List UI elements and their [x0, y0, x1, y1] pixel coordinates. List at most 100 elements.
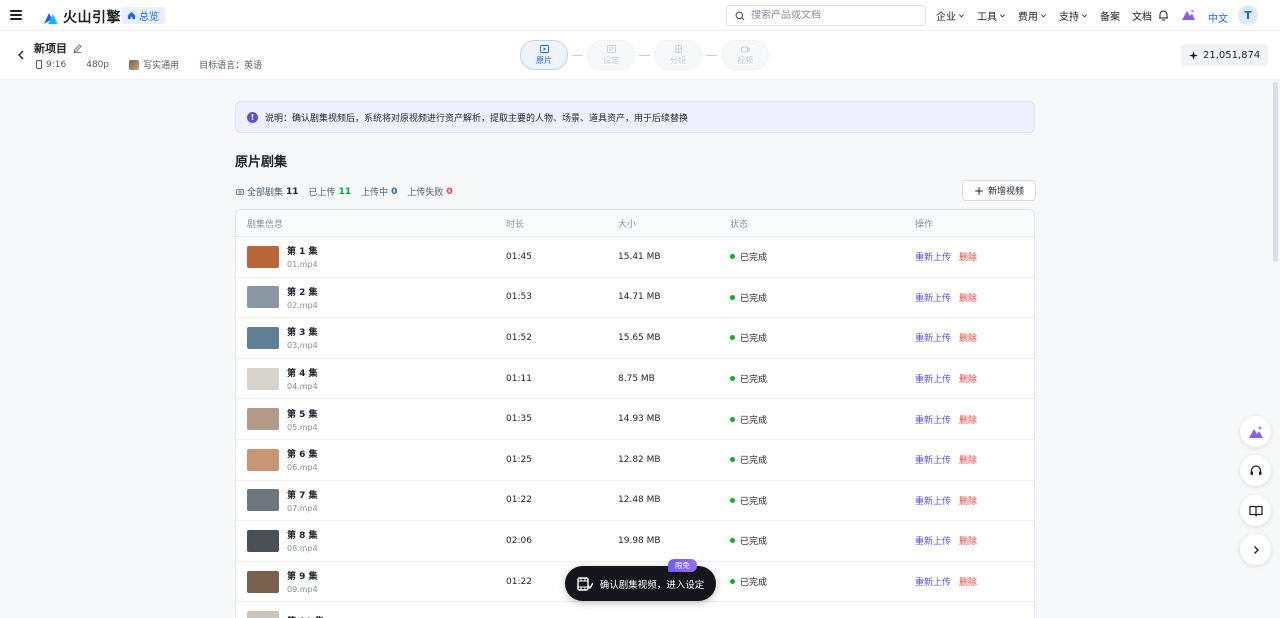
episode-file: 07.mp4 — [287, 503, 318, 513]
episode-thumbnail[interactable] — [247, 611, 279, 618]
episode-file: 08.mp4 — [287, 544, 318, 554]
episodes-table: 剧集信息 时长 大小 状态 操作 第 1 集 01.mp4 01:45 15.41 M… — [235, 209, 1035, 618]
stat-uploading-label: 上传中 — [361, 188, 389, 198]
episode-thumbnail[interactable] — [247, 529, 279, 552]
episode-size: 14.71 MB — [618, 292, 661, 303]
menu-icon[interactable] — [10, 9, 22, 21]
edit-icon[interactable] — [73, 43, 82, 53]
overview-button[interactable]: 总览 — [121, 7, 165, 24]
scrollbar-thumb[interactable] — [1273, 82, 1278, 262]
episode-thumbnail[interactable] — [247, 326, 279, 349]
search-icon — [735, 11, 745, 20]
reupload-link[interactable]: 重新上传 — [915, 372, 951, 385]
delete-link[interactable]: 删除 — [959, 372, 977, 385]
table-row[interactable]: 第 2 集 02.mp4 01:53 14.71 MB 已完成 重新上传 删除 — [236, 278, 1034, 319]
refresh-icon — [236, 188, 244, 195]
episode-thumbnail[interactable] — [247, 245, 279, 268]
bell-icon[interactable] — [1158, 9, 1169, 21]
delete-link[interactable]: 删除 — [959, 331, 977, 344]
credits-badge[interactable]: 21,051,874 — [1181, 44, 1269, 66]
ai-assistant-icon[interactable] — [1182, 9, 1195, 21]
episode-name: 第 10 集 — [287, 614, 324, 618]
nav-item-2[interactable]: 费用 — [1018, 8, 1047, 23]
nav-item-1[interactable]: 工具 — [977, 8, 1006, 23]
back-arrow-icon[interactable] — [16, 50, 26, 60]
table-row[interactable]: 第 6 集 06.mp4 01:25 12.82 MB 已完成 重新上传 删除 — [236, 440, 1034, 481]
reupload-link[interactable]: 重新上传 — [915, 534, 951, 547]
storyboard-icon — [674, 44, 682, 53]
nav-item-0[interactable]: 企业 — [936, 8, 965, 23]
table-row[interactable]: 第 1 集 01.mp4 01:45 15.41 MB 已完成 重新上传 删除 — [236, 237, 1034, 278]
header-actions: 操作 — [915, 219, 934, 230]
step-storyboard[interactable]: 分镜 — [654, 40, 702, 70]
stat-failed[interactable]: 上传失败 0 — [407, 185, 452, 199]
episode-thumbnail[interactable] — [247, 408, 279, 431]
search-box[interactable] — [726, 5, 926, 26]
nav-item-5[interactable]: 文档 — [1132, 8, 1152, 23]
table-row[interactable]: 第 7 集 07.mp4 01:22 12.48 MB 已完成 重新上传 删除 — [236, 481, 1034, 522]
episode-thumbnail[interactable] — [247, 570, 279, 593]
project-meta: 9:16 480p 写实通用 目标语言：英语 — [36, 58, 282, 71]
reupload-link[interactable]: 重新上传 — [915, 575, 951, 588]
nav-item-4[interactable]: 备案 — [1100, 8, 1120, 23]
step-settings[interactable]: 设定 — [587, 40, 635, 70]
delete-link[interactable]: 删除 — [959, 575, 977, 588]
step-label: 分镜 — [670, 55, 686, 65]
language-switch[interactable]: 中文 — [1208, 10, 1228, 25]
delete-link[interactable]: 删除 — [959, 291, 977, 304]
episode-thumbnail[interactable] — [247, 286, 279, 309]
episode-thumbnail[interactable] — [247, 367, 279, 390]
episode-thumbnail[interactable] — [247, 489, 279, 512]
step-label: 原片 — [536, 55, 552, 65]
nav-item-3[interactable]: 支持 — [1059, 8, 1088, 23]
user-avatar[interactable]: T — [1238, 5, 1258, 25]
ai-float-button[interactable] — [1240, 416, 1271, 447]
add-video-button[interactable]: + 新增视频 — [962, 180, 1036, 201]
stat-uploading[interactable]: 上传中 0 — [361, 185, 397, 199]
table-row[interactable]: 第 10 集 — [236, 602, 1034, 618]
episode-size: 8.75 MB — [618, 373, 655, 384]
episode-name: 第 9 集 — [287, 572, 318, 583]
collapse-float-button[interactable] — [1240, 534, 1271, 565]
delete-link[interactable]: 删除 — [959, 413, 977, 426]
delete-link[interactable]: 删除 — [959, 453, 977, 466]
upload-stats: 全部剧集 11 已上传 11 上传中 0 上传失败 0 — [236, 185, 463, 198]
video-confirm-icon — [577, 576, 593, 591]
episode-thumbnail[interactable] — [247, 448, 279, 471]
step-label: 设定 — [603, 55, 619, 65]
status-dot-icon — [730, 376, 735, 382]
reupload-link[interactable]: 重新上传 — [915, 413, 951, 426]
reupload-link[interactable]: 重新上传 — [915, 453, 951, 466]
episode-status: 已完成 — [730, 413, 915, 426]
table-row[interactable]: 第 3 集 03.mp4 01:52 15.65 MB 已完成 重新上传 删除 — [236, 318, 1034, 359]
delete-link[interactable]: 删除 — [959, 250, 977, 263]
episode-info-cell: 第 9 集 09.mp4 — [236, 569, 506, 594]
reupload-link[interactable]: 重新上传 — [915, 291, 951, 304]
episode-duration: 01:52 — [506, 332, 532, 343]
stat-all[interactable]: 全部剧集 11 — [236, 185, 299, 198]
reupload-link[interactable]: 重新上传 — [915, 494, 951, 507]
delete-link[interactable]: 删除 — [959, 534, 977, 547]
table-row[interactable]: 第 4 集 04.mp4 01:11 8.75 MB 已完成 重新上传 删除 — [236, 359, 1034, 400]
support-float-button[interactable] — [1240, 455, 1271, 486]
delete-link[interactable]: 删除 — [959, 494, 977, 507]
docs-float-button[interactable] — [1240, 495, 1271, 526]
table-row[interactable]: 第 8 集 08.mp4 02:06 19.98 MB 已完成 重新上传 删除 — [236, 521, 1034, 562]
reupload-link[interactable]: 重新上传 — [915, 331, 951, 344]
episode-text: 第 5 集 05.mp4 — [287, 407, 318, 432]
phone-ratio-icon — [36, 60, 42, 69]
step-video[interactable]: 视频 — [721, 40, 769, 70]
episode-text: 第 3 集 03.mp4 — [287, 325, 318, 350]
table-body: 第 1 集 01.mp4 01:45 15.41 MB 已完成 重新上传 删除第 2 集 02… — [236, 237, 1034, 618]
stat-uploaded[interactable]: 已上传 11 — [309, 185, 352, 199]
step-original[interactable]: 原片 — [520, 40, 568, 70]
search-input[interactable] — [751, 10, 911, 21]
episode-file: 02.mp4 — [287, 300, 318, 310]
episode-text: 第 1 集 01.mp4 — [287, 244, 318, 269]
table-row[interactable]: 第 5 集 05.mp4 01:35 14.93 MB 已完成 重新上传 删除 — [236, 399, 1034, 440]
nav-item-label: 费用 — [1018, 12, 1038, 23]
reupload-link[interactable]: 重新上传 — [915, 250, 951, 263]
episode-duration: 01:25 — [506, 454, 532, 465]
sparkle-icon — [1189, 50, 1198, 60]
brand-logo[interactable]: 火山引擎 — [43, 7, 121, 27]
